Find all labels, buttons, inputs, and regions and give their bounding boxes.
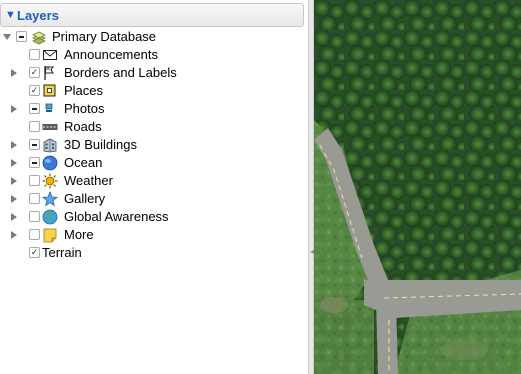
layer-row-terrain[interactable]: ✓ Terrain <box>0 244 300 262</box>
disclosure-triangle-icon[interactable] <box>11 69 17 77</box>
layer-row-borders-and-labels[interactable]: ✓ Borders and Labels <box>0 64 300 82</box>
layer-row-more[interactable]: More <box>0 226 300 244</box>
disclosure-triangle-icon[interactable] <box>11 159 17 167</box>
layer-label: More <box>64 227 94 242</box>
envelope-icon <box>43 50 57 60</box>
layer-checkbox[interactable] <box>29 103 40 114</box>
layer-checkbox[interactable]: ✓ <box>29 67 40 78</box>
map-view[interactable] <box>314 0 521 374</box>
layer-row-gallery[interactable]: Gallery <box>0 190 300 208</box>
layer-label: Photos <box>64 101 105 116</box>
layer-label: Gallery <box>64 191 106 206</box>
globe-icon <box>42 155 58 171</box>
layer-checkbox[interactable] <box>29 175 40 186</box>
layer-row-places[interactable]: ✓ Places <box>0 82 300 100</box>
disclosure-triangle-icon[interactable] <box>11 231 17 239</box>
layer-row-3d-buildings[interactable]: 3D Buildings <box>0 136 300 154</box>
sun-icon <box>42 173 58 189</box>
layer-row-ocean[interactable]: Ocean <box>0 154 300 172</box>
layer-checkbox[interactable] <box>29 193 40 204</box>
layer-checkbox[interactable] <box>29 157 40 168</box>
layer-checkbox[interactable]: ✓ <box>29 247 40 258</box>
road-icon <box>42 124 58 130</box>
layer-label: 3D Buildings <box>64 137 137 152</box>
layer-checkbox[interactable] <box>29 211 40 222</box>
layer-checkbox[interactable] <box>29 229 40 240</box>
layer-row-roads[interactable]: Roads <box>0 118 300 136</box>
disclosure-triangle-icon[interactable] <box>11 105 17 113</box>
layer-label: Primary Database <box>52 29 157 44</box>
layer-row-photos[interactable]: Photos <box>0 100 300 118</box>
satellite-imagery[interactable] <box>314 0 521 374</box>
layer-row-announcements[interactable]: Announcements <box>0 46 300 64</box>
splitter-grip-icon[interactable]: ◂ <box>310 247 314 256</box>
layer-checkbox[interactable]: ✓ <box>29 85 40 96</box>
database-stack-icon <box>32 31 46 45</box>
layer-row-global-awareness[interactable]: Global Awareness <box>0 208 300 226</box>
note-icon <box>43 228 57 243</box>
layers-panel: ▼ Layers Primary Database Announcements … <box>0 0 308 374</box>
layer-checkbox[interactable] <box>29 49 40 60</box>
layer-label: Global Awareness <box>64 209 169 224</box>
disclosure-triangle-icon[interactable] <box>3 34 11 40</box>
disclosure-triangle-icon[interactable] <box>11 141 17 149</box>
layer-checkbox[interactable] <box>29 139 40 150</box>
disclosure-triangle-icon[interactable] <box>11 213 17 221</box>
star-icon <box>42 191 58 207</box>
layer-label: Terrain <box>42 245 82 260</box>
globe-icon <box>42 209 58 225</box>
layer-label: Roads <box>64 119 102 134</box>
layer-label: Ocean <box>64 155 103 170</box>
place-square-icon <box>43 84 56 97</box>
layer-label: Borders and Labels <box>64 65 177 80</box>
layer-label: Places <box>64 83 104 98</box>
layer-checkbox[interactable] <box>29 121 40 132</box>
photo-icon <box>45 103 53 112</box>
building-icon <box>43 138 57 153</box>
disclosure-triangle-icon[interactable] <box>11 177 17 185</box>
layers-title: Layers <box>17 8 59 23</box>
layers-header[interactable]: ▼ Layers <box>0 3 304 27</box>
collapse-arrow-icon[interactable]: ▼ <box>5 9 16 21</box>
layer-row-primary-database[interactable]: Primary Database <box>0 28 300 46</box>
layer-label: Announcements <box>64 47 158 62</box>
layer-row-weather[interactable]: Weather <box>0 172 300 190</box>
disclosure-triangle-icon[interactable] <box>11 195 17 203</box>
layer-checkbox[interactable] <box>16 31 27 42</box>
flag-icon <box>44 66 54 80</box>
layer-label: Weather <box>64 173 113 188</box>
